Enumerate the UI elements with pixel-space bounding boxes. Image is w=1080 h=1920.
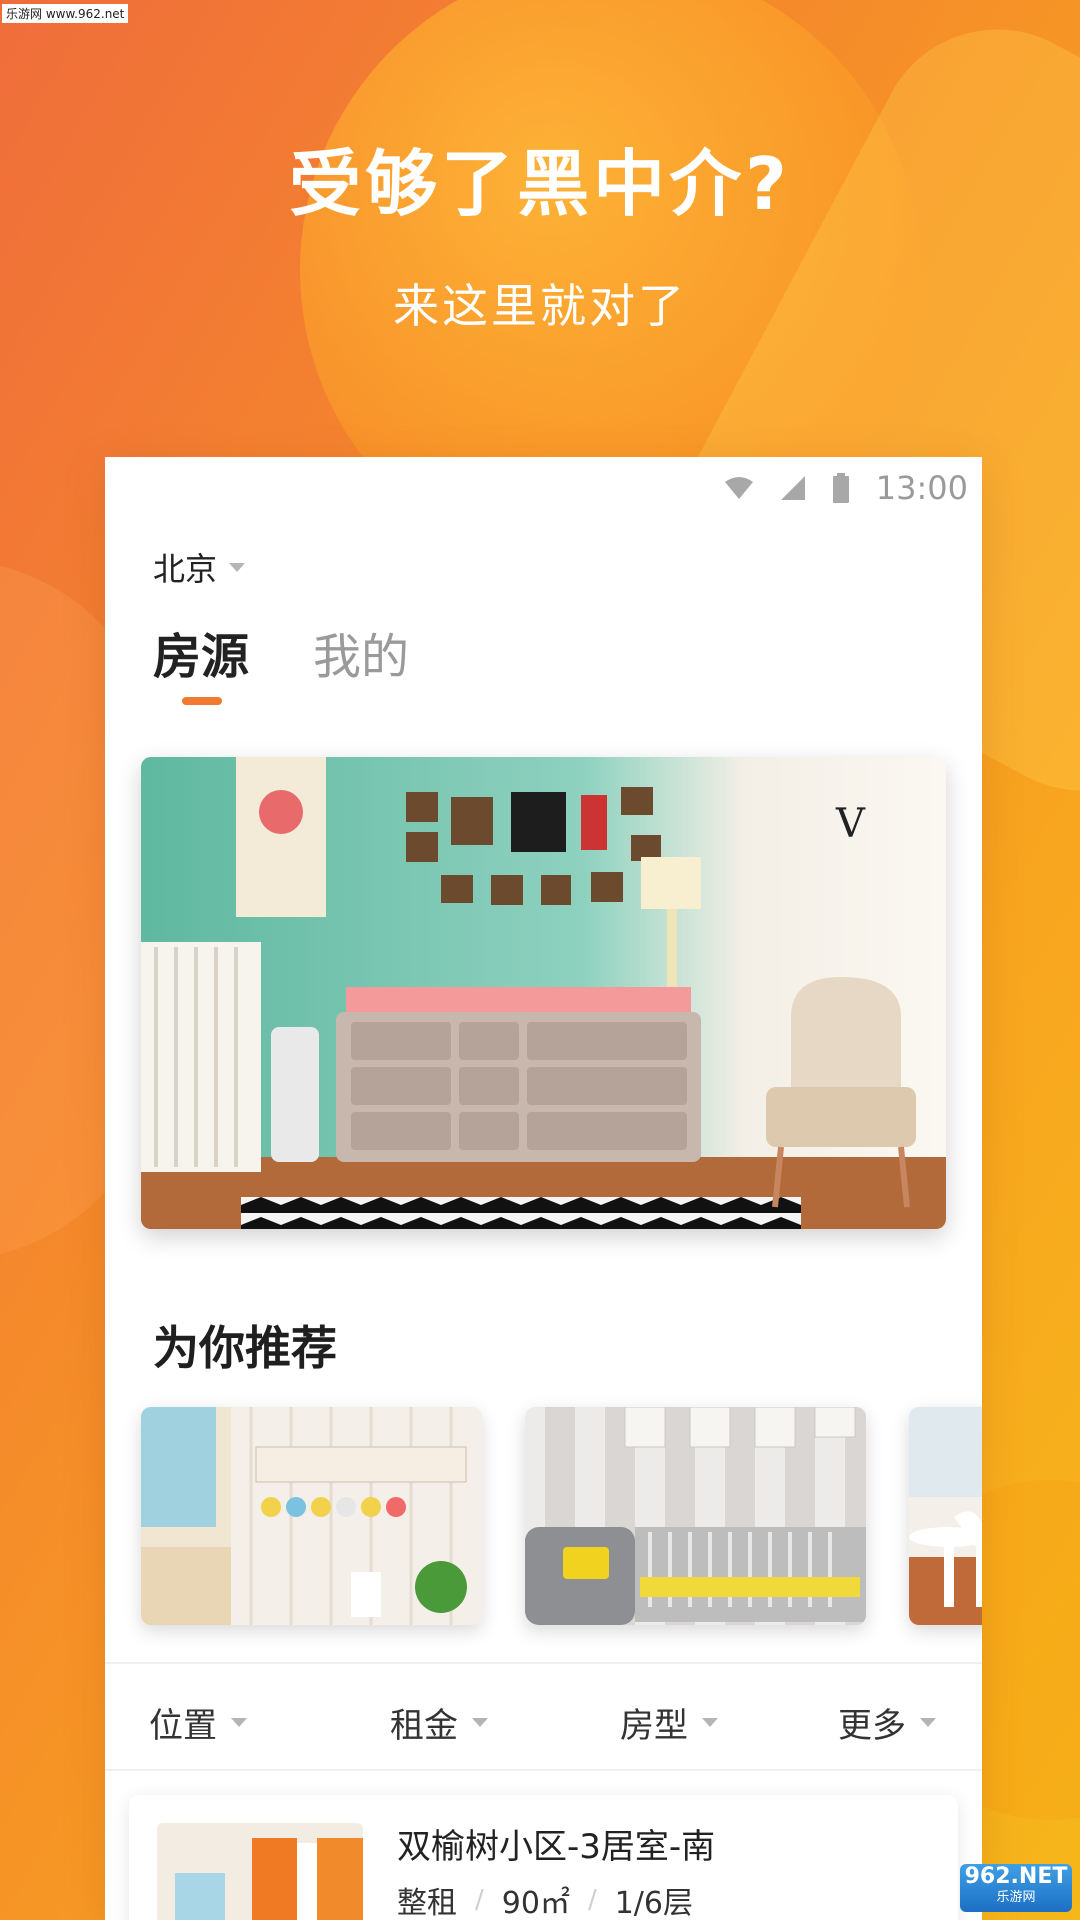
watermark-sub: 乐游网 <box>996 1890 1036 1905</box>
chevron-down-icon <box>920 1718 936 1727</box>
filter-location[interactable]: 位置 <box>149 1698 247 1747</box>
battery-icon <box>832 473 849 503</box>
filter-bar: 位置 租金 房型 更多 <box>105 1664 982 1774</box>
listing-card[interactable]: 双榆树小区-3居室-南 整租 / 90㎡ / 1/6层 <box>129 1795 958 1920</box>
status-icons: 13:00 <box>724 469 968 507</box>
filter-rent[interactable]: 租金 <box>390 1698 488 1747</box>
tab-label: 我的 <box>313 629 410 685</box>
dining-room-photo <box>909 1407 982 1625</box>
listing-floor: 1/6层 <box>614 1886 693 1920</box>
city-label: 北京 <box>153 550 218 588</box>
phone-screen: 13:00 北京 房源 我的 V 为你推荐 位置 租金 房型 更多 双榆树小区-… <box>105 457 982 1920</box>
site-watermark: 962.NET 乐游网 <box>960 1864 1072 1912</box>
tab-listings[interactable]: 房源 <box>153 617 250 705</box>
listing-photo <box>157 1823 363 1920</box>
signal-icon <box>780 476 805 500</box>
site-tag: 乐游网 www.962.net <box>2 4 129 23</box>
chevron-down-icon <box>702 1718 718 1727</box>
meta-separator: / <box>587 1885 597 1915</box>
listing-thumbnail <box>157 1823 363 1920</box>
hero-subline: 来这里就对了 <box>393 279 687 333</box>
banner-image[interactable]: V <box>141 757 946 1229</box>
banner-illustration: V <box>141 757 946 1229</box>
wifi-icon <box>724 477 753 499</box>
filter-label: 更多 <box>838 1706 906 1746</box>
svg-text:V: V <box>835 801 866 847</box>
filter-label: 房型 <box>620 1706 688 1746</box>
tab-mine[interactable]: 我的 <box>313 617 409 687</box>
recommend-carousel[interactable] <box>141 1407 982 1637</box>
tab-label: 房源 <box>153 629 250 685</box>
section-title-recommend: 为你推荐 <box>153 1321 337 1375</box>
nursery-crib-photo <box>525 1407 866 1625</box>
chevron-down-icon <box>231 1718 247 1727</box>
watermark-brand: 962.NET <box>964 1864 1068 1889</box>
recommend-card[interactable] <box>909 1407 982 1625</box>
listing-area: 90㎡ <box>501 1886 570 1920</box>
filter-layout[interactable]: 房型 <box>620 1698 718 1747</box>
filter-label: 租金 <box>390 1706 458 1746</box>
status-bar: 13:00 <box>105 457 982 517</box>
hero-headline: 受够了黑中介? <box>289 142 791 226</box>
divider <box>105 1769 982 1771</box>
listing-type: 整租 <box>397 1886 457 1920</box>
chevron-down-icon <box>472 1718 488 1727</box>
chevron-down-icon <box>229 562 246 572</box>
recommend-card[interactable] <box>141 1407 482 1625</box>
tab-bar: 房源 我的 <box>153 617 409 705</box>
filter-more[interactable]: 更多 <box>838 1698 936 1747</box>
status-time: 13:00 <box>875 469 968 507</box>
city-selector[interactable]: 北京 <box>153 544 246 590</box>
kitchen-photo <box>141 1407 482 1625</box>
app-store-screenshot: 乐游网 www.962.net 受够了黑中介? 来这里就对了 13:00 北京 <box>0 0 1080 1920</box>
recommend-card[interactable] <box>525 1407 866 1625</box>
active-tab-indicator <box>182 697 222 705</box>
filter-label: 位置 <box>149 1706 217 1746</box>
meta-separator: / <box>475 1885 484 1915</box>
listing-title: 双榆树小区-3居室-南 <box>397 1827 716 1867</box>
listing-meta: 整租 / 90㎡ / 1/6层 <box>397 1878 693 1920</box>
